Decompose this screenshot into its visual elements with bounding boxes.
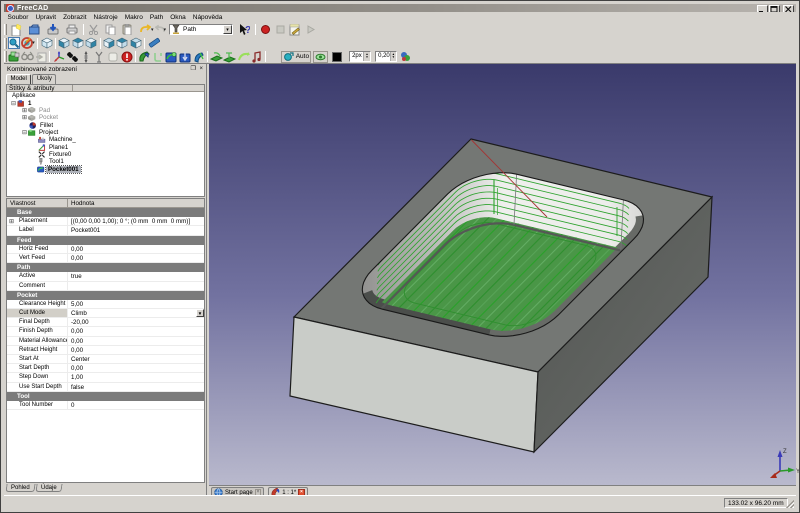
svg-text:Y: Y bbox=[796, 469, 800, 475]
svg-text:?: ? bbox=[245, 25, 250, 36]
svg-text:Z: Z bbox=[783, 449, 787, 455]
